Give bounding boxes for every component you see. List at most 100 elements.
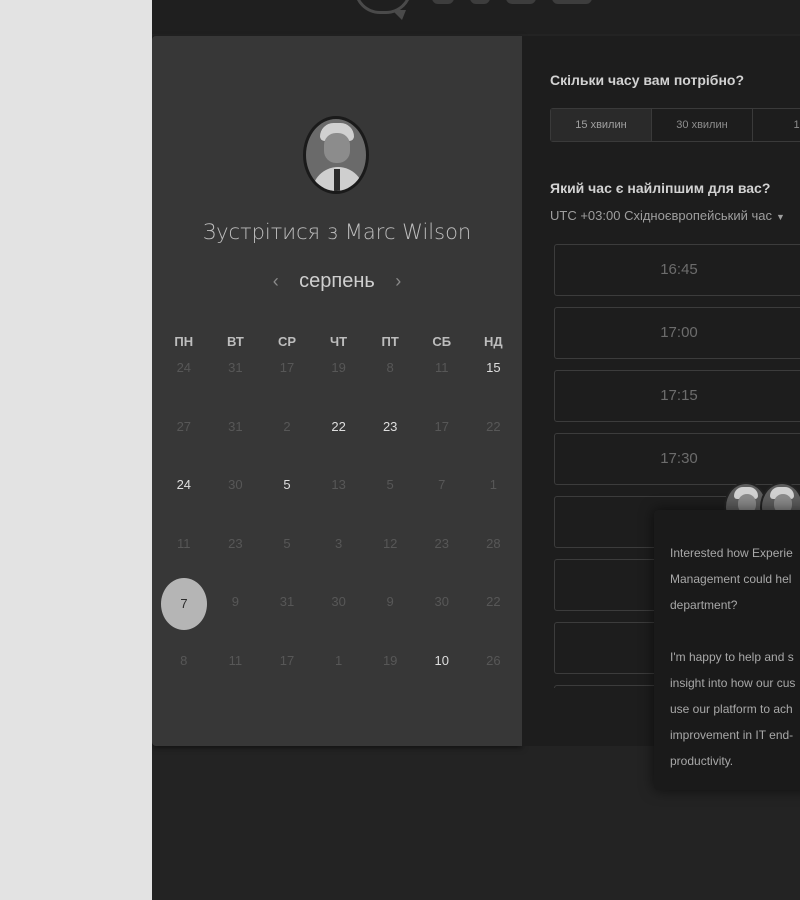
calendar-day: 24 [158, 358, 210, 417]
day-number: 24 [176, 360, 192, 375]
calendar-day: 1 [313, 651, 365, 710]
chat-line: I'm happy to help and s [670, 650, 794, 664]
day-number: 2 [283, 418, 291, 434]
day-number: 1 [334, 652, 343, 668]
duration-question: Скільки часу вам потрібно? [550, 72, 745, 88]
weekday-label: ЧТ [330, 334, 348, 349]
day-number: 9 [386, 594, 394, 610]
calendar-day: 2 [261, 417, 313, 476]
day-number: 26 [486, 652, 501, 668]
logo-icon-tail [392, 10, 406, 20]
day-number: 7 [161, 578, 207, 631]
day-number: 24 [176, 477, 192, 493]
time-slot-button[interactable]: 17:00 [554, 307, 800, 359]
chat-line: department? [670, 598, 738, 612]
calendar-day: 7 [416, 475, 468, 534]
duration-option-60[interactable]: 1 го [753, 109, 800, 141]
calendar-day: 11 [416, 358, 468, 417]
calendar-day: 5 [364, 475, 416, 534]
day-number: 17 [434, 418, 449, 434]
calendar-day: 5 [261, 534, 313, 593]
chat-line: use our platform to ach [670, 702, 793, 716]
time-slot-button[interactable]: 17:15 [554, 370, 800, 422]
time-slot-button[interactable]: 16:45 [554, 244, 800, 296]
calendar-day: 31 [210, 417, 262, 476]
day-number: 30 [331, 594, 346, 610]
calendar-day[interactable]: 15 [468, 358, 520, 417]
chat-message: Interested how Experie Management could … [670, 540, 800, 800]
chat-line: insight into how our cus [670, 676, 796, 690]
calendar-day: 9 [364, 592, 416, 651]
day-number: 19 [331, 360, 346, 375]
calendar-day[interactable]: 23 [364, 417, 416, 476]
day-number: 12 [382, 535, 398, 551]
day-number: 27 [176, 418, 192, 434]
calendar-day[interactable]: 24 [158, 475, 210, 534]
day-number: 19 [382, 652, 398, 668]
day-number: 1 [489, 477, 497, 493]
month-label: серпень [299, 270, 375, 292]
weekday-label: ВТ [226, 334, 244, 349]
weekday-header: ПН ВТ СР ЧТ ПТ СБ НД [158, 334, 516, 349]
calendar-day: 9 [210, 592, 262, 651]
duration-option-15[interactable]: 15 хвилин [551, 109, 652, 141]
day-number: 31 [279, 594, 295, 610]
calendar-day: 23 [416, 534, 468, 593]
logo-wordmark [432, 0, 592, 4]
day-number: 17 [279, 360, 295, 375]
day-number: 31 [228, 360, 243, 375]
caret-down-icon: ▼ [775, 212, 785, 222]
calendar-day: 17 [261, 651, 313, 710]
timezone-selector[interactable]: UTC +03:00 Східноєвропейський час ▼ [550, 208, 785, 223]
day-number: 10 [434, 652, 449, 668]
day-number: 31 [228, 418, 243, 434]
day-number: 3 [334, 535, 343, 551]
day-number: 7 [438, 477, 446, 493]
day-number: 22 [486, 418, 501, 434]
time-slot-button[interactable]: 17:30 [554, 433, 800, 485]
day-number: 28 [486, 535, 501, 551]
calendar-day[interactable]: 10 [416, 651, 468, 710]
day-number: 13 [331, 477, 346, 493]
weekday-label: СБ [432, 334, 452, 349]
calendar-day: 27 [158, 417, 210, 476]
day-number: 30 [434, 594, 449, 610]
chevron-right-icon[interactable]: › [395, 271, 401, 292]
calendar-day-selected[interactable]: 7 [158, 578, 210, 651]
day-number: 5 [283, 535, 291, 551]
chat-line: Management could hel [670, 572, 792, 586]
calendar-day: 31 [210, 358, 262, 417]
time-question: Який час є найліпшим для вас? [550, 180, 771, 196]
calendar-day: 12 [364, 534, 416, 593]
day-number: 9 [231, 594, 239, 610]
calendar-day: 11 [210, 651, 262, 710]
calendar-panel: Зустрітися з Marc Wilson ‹ серпень › ПН В… [152, 36, 522, 746]
duration-option-30[interactable]: 30 хвилин [652, 109, 753, 141]
day-number: 22 [486, 594, 501, 610]
weekday-label: ПТ [381, 334, 399, 349]
day-number: 5 [386, 477, 394, 493]
calendar-day: 28 [468, 534, 520, 593]
weekday-label: СР [277, 334, 297, 349]
day-number: 22 [331, 418, 346, 434]
chat-paragraph-1: Interested how Experie Management could … [670, 540, 800, 618]
chat-line: productivity. [670, 754, 734, 768]
calendar-day: 19 [313, 358, 365, 417]
calendar-day: 30 [416, 592, 468, 651]
day-number: 11 [177, 535, 191, 551]
top-bar [152, 0, 800, 34]
weekday-label: НД [484, 334, 503, 349]
day-number: 23 [228, 535, 243, 551]
day-number: 11 [435, 360, 449, 375]
weekday-label: ПН [174, 334, 194, 349]
chat-popup[interactable]: Interested how Experie Management could … [654, 510, 800, 790]
calendar-day[interactable]: 5 [261, 475, 313, 534]
calendar-day[interactable]: 22 [313, 417, 365, 476]
host-avatar [303, 116, 369, 194]
calendar-day: 17 [261, 358, 313, 417]
calendar-day: 8 [364, 358, 416, 417]
calendar-day: 8 [158, 651, 210, 710]
day-number: 15 [486, 360, 501, 375]
chat-line: Interested how Experie [670, 546, 793, 560]
chevron-left-icon[interactable]: ‹ [273, 271, 279, 292]
